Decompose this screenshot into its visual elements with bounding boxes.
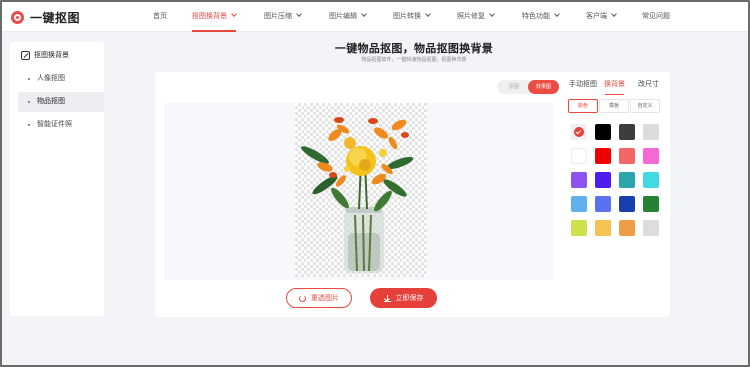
nav-home[interactable]: 首页 bbox=[153, 2, 167, 32]
sidebar-title: 抠图换背景 bbox=[21, 50, 69, 60]
color-swatch[interactable] bbox=[571, 148, 587, 164]
nav-client[interactable]: 客户端 bbox=[586, 2, 617, 32]
logo-icon bbox=[11, 10, 24, 24]
color-swatch[interactable] bbox=[619, 148, 635, 164]
subtab-color[interactable]: 颜色 bbox=[568, 99, 598, 113]
color-swatch[interactable] bbox=[571, 220, 587, 236]
toggle-effect[interactable]: 效果图 bbox=[528, 80, 559, 94]
nav-convert[interactable]: 图片转换 bbox=[393, 2, 431, 32]
color-swatch[interactable] bbox=[643, 196, 659, 212]
nav-faq[interactable]: 常见问题 bbox=[642, 2, 670, 32]
sidebar-item-object-cutout[interactable]: 物品抠图 bbox=[18, 92, 104, 112]
more-colors-button[interactable]: ··· bbox=[643, 220, 659, 236]
check-icon bbox=[574, 127, 584, 137]
tab-manual-cutout[interactable]: 手动抠图 bbox=[569, 79, 597, 95]
chevron-down-icon bbox=[554, 11, 560, 17]
sidebar: 抠图换背景 人像抠图 物品抠图 智能证件照 bbox=[10, 42, 104, 316]
chevron-down-icon bbox=[231, 11, 237, 17]
color-swatch[interactable] bbox=[595, 196, 611, 212]
top-navigation-bar: 一键抠图 首页 抠图换背景 图片压缩 图片编辑 图片转换 照片修复 特色功能 客… bbox=[2, 2, 748, 32]
chevron-down-icon bbox=[361, 11, 367, 17]
active-nav-indicator bbox=[192, 30, 236, 32]
sidebar-item-portrait-cutout[interactable]: 人像抠图 bbox=[18, 69, 104, 89]
subtab-template[interactable]: 模板 bbox=[599, 99, 629, 113]
sidebar-item-id-photo[interactable]: 智能证件照 bbox=[18, 115, 104, 135]
chevron-down-icon bbox=[425, 11, 431, 17]
nav-edit[interactable]: 图片编辑 bbox=[329, 2, 367, 32]
chevron-down-icon bbox=[489, 11, 495, 17]
toggle-original[interactable]: 原图 bbox=[501, 80, 527, 94]
color-swatch[interactable] bbox=[643, 172, 659, 188]
page-title: 一键物品抠图，物品抠图换背景 bbox=[334, 43, 494, 55]
color-swatch[interactable] bbox=[571, 196, 587, 212]
nav-repair[interactable]: 照片修复 bbox=[457, 2, 495, 32]
flower-bouquet-image bbox=[301, 117, 414, 273]
cutout-icon bbox=[21, 50, 30, 60]
subtab-custom[interactable]: 自定义 bbox=[630, 99, 660, 113]
sidebar-title-label: 抠图换背景 bbox=[34, 52, 69, 59]
color-swatch[interactable] bbox=[619, 196, 635, 212]
transparent-canvas bbox=[295, 103, 427, 277]
save-now-button[interactable]: 立即保存 bbox=[370, 288, 437, 308]
color-swatch[interactable] bbox=[595, 172, 611, 188]
color-swatch[interactable] bbox=[595, 148, 611, 164]
page-subtitle: 物品抠图软件，一键快速物品抠图，抠图换背景 bbox=[361, 57, 467, 63]
reselect-image-button[interactable]: 重选图片 bbox=[286, 288, 352, 308]
color-swatch[interactable] bbox=[643, 124, 659, 140]
color-swatch[interactable] bbox=[619, 124, 635, 140]
refresh-icon bbox=[299, 294, 306, 302]
color-swatch-selected[interactable] bbox=[571, 124, 587, 140]
chevron-down-icon bbox=[296, 11, 302, 17]
color-swatch[interactable] bbox=[595, 220, 611, 236]
chevron-down-icon bbox=[611, 11, 617, 17]
tab-change-background[interactable]: 换背景 bbox=[604, 79, 625, 95]
nav-compress[interactable]: 图片压缩 bbox=[264, 2, 302, 32]
more-icon: ··· bbox=[647, 223, 655, 230]
color-swatch[interactable] bbox=[571, 172, 587, 188]
view-toggle[interactable]: 原图 效果图 bbox=[497, 80, 559, 94]
logo-text: 一键抠图 bbox=[30, 10, 81, 25]
nav-cutout[interactable]: 抠图换背景 bbox=[192, 2, 237, 32]
color-swatch[interactable] bbox=[643, 148, 659, 164]
nav-features[interactable]: 特色功能 bbox=[522, 2, 560, 32]
tab-resize[interactable]: 改尺寸 bbox=[638, 79, 659, 95]
color-swatch[interactable] bbox=[619, 220, 635, 236]
color-swatch[interactable] bbox=[619, 172, 635, 188]
download-icon bbox=[383, 294, 391, 302]
logo[interactable]: 一键抠图 bbox=[11, 8, 80, 26]
color-swatch[interactable] bbox=[595, 124, 611, 140]
